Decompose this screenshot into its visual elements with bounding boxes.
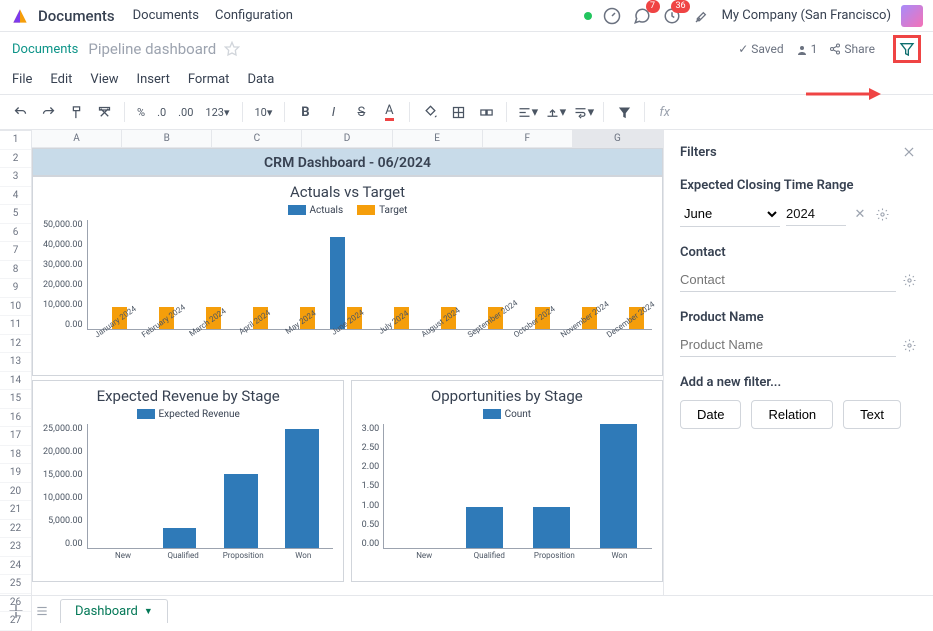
menu-insert[interactable]: Insert [137, 72, 170, 87]
align-v-icon[interactable]: ▾ [543, 100, 567, 124]
activity-badge: 36 [671, 0, 689, 13]
filter-tool-icon[interactable] [612, 100, 636, 124]
gear-contact-icon[interactable] [902, 272, 917, 288]
menubar: File Edit View Insert Format Data [0, 66, 933, 94]
app-title: Documents [38, 7, 115, 25]
chart-opportunities[interactable]: Opportunities by Stage Count 3.002.502.0… [351, 380, 663, 582]
breadcrumb: Documents Pipeline dashboard ✓ Saved 1 S… [0, 32, 933, 66]
toggle-filters-button[interactable] [893, 35, 921, 63]
filter-time-label: Expected Closing Time Range [680, 178, 917, 193]
bold-icon[interactable]: B [293, 100, 317, 124]
dashboard-title: CRM Dashboard - 06/2024 [32, 148, 663, 176]
activity-icon[interactable]: 36 [662, 6, 682, 26]
paint-format-icon[interactable] [64, 100, 88, 124]
chart-actuals-vs-target[interactable]: Actuals vs Target Actuals Target 50,000.… [32, 176, 663, 376]
topbar: Documents Documents Configuration 7 36 M… [0, 0, 933, 32]
fill-color-icon[interactable] [418, 100, 442, 124]
crumb-documents[interactable]: Documents [12, 42, 78, 57]
user-avatar[interactable] [901, 5, 923, 27]
gear-product-icon[interactable] [902, 337, 917, 353]
chart-title: Actuals vs Target [43, 183, 652, 201]
merge-cells-icon[interactable] [474, 100, 498, 124]
add-relation-filter-button[interactable]: Relation [751, 400, 833, 429]
format-percent[interactable]: % [133, 100, 149, 124]
chart-title: Expected Revenue by Stage [43, 387, 333, 405]
user-count: 1 [796, 42, 818, 56]
menu-view[interactable]: View [90, 72, 118, 87]
filters-title: Filters [680, 145, 717, 160]
decrease-decimal[interactable]: .0 [153, 100, 170, 124]
font-size[interactable]: 10 ▾ [251, 100, 277, 124]
company-selector[interactable]: My Company (San Francisco) [722, 8, 891, 23]
filter-contact-input[interactable] [680, 268, 896, 292]
tools-icon[interactable] [692, 6, 712, 26]
sheet-tab-dashboard[interactable]: Dashboard▼ [60, 599, 168, 623]
share-button[interactable]: Share [829, 42, 875, 56]
filter-contact-label: Contact [680, 245, 917, 260]
menu-format[interactable]: Format [188, 72, 230, 87]
row-headers[interactable]: 1234567891011121314151617181920212223242… [0, 131, 32, 631]
filter-product-input[interactable] [680, 333, 896, 357]
filter-product-label: Product Name [680, 310, 917, 325]
borders-icon[interactable] [446, 100, 470, 124]
close-filters-icon[interactable] [901, 144, 917, 160]
status-online-icon [584, 12, 592, 20]
all-sheets-icon[interactable] [34, 603, 50, 619]
favorite-star-icon[interactable] [224, 41, 240, 57]
add-filter-label: Add a new filter... [680, 375, 917, 390]
gear-time-icon[interactable] [874, 206, 890, 222]
strike-icon[interactable]: S [349, 100, 373, 124]
add-text-filter-button[interactable]: Text [843, 400, 901, 429]
formula-bar[interactable]: fx [659, 105, 670, 120]
chart-expected-revenue[interactable]: Expected Revenue by Stage Expected Reven… [32, 380, 344, 582]
nav-documents[interactable]: Documents [133, 8, 199, 23]
chart-title: Opportunities by Stage [362, 387, 652, 405]
chat-badge: 7 [646, 0, 660, 13]
menu-data[interactable]: Data [247, 72, 274, 87]
redo-icon[interactable] [36, 100, 60, 124]
clear-format-icon[interactable] [92, 100, 116, 124]
saved-indicator: ✓ Saved [738, 42, 783, 56]
spreadsheet[interactable]: 1234567891011121314151617181920212223242… [0, 130, 663, 595]
text-color-icon[interactable]: A [377, 100, 401, 124]
filter-year-input[interactable] [786, 202, 846, 226]
clear-time-icon[interactable]: ✕ [852, 206, 868, 222]
italic-icon[interactable]: I [321, 100, 345, 124]
add-date-filter-button[interactable]: Date [680, 400, 741, 429]
undo-icon[interactable] [8, 100, 32, 124]
filter-month-select[interactable]: June [680, 201, 780, 227]
toolbar: % .0 .00 123▾ 10 ▾ B I S A ▾ ▾ ▾ fx [0, 94, 933, 130]
align-h-icon[interactable]: ▾ [515, 100, 539, 124]
filters-panel: Filters Expected Closing Time Range June… [663, 130, 933, 595]
sheetbar: ＋ Dashboard▼ [0, 595, 933, 625]
chart-legend: Actuals Target [43, 205, 652, 216]
gauge-icon[interactable] [602, 6, 622, 26]
column-headers[interactable]: ABCDEFG [32, 130, 663, 148]
wrap-text-icon[interactable]: ▾ [571, 100, 595, 124]
number-format[interactable]: 123▾ [201, 100, 233, 124]
increase-decimal[interactable]: .00 [174, 100, 197, 124]
chat-icon[interactable]: 7 [632, 6, 652, 26]
menu-edit[interactable]: Edit [50, 72, 72, 87]
doc-title: Pipeline dashboard [88, 40, 216, 58]
menu-file[interactable]: File [12, 72, 32, 87]
nav-configuration[interactable]: Configuration [215, 8, 293, 23]
app-logo-icon [10, 6, 30, 26]
